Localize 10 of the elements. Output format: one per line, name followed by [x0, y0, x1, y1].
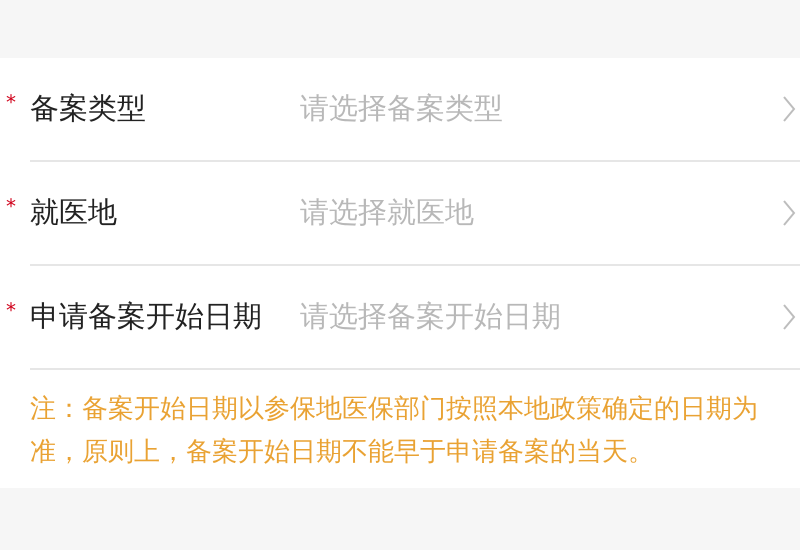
required-mark: *: [6, 196, 16, 216]
chevron-icon: [782, 199, 796, 227]
chevron-icon: [782, 95, 796, 123]
field-label: 申请备案开始日期: [30, 298, 263, 336]
required-mark: *: [6, 300, 16, 320]
required-mark: *: [6, 92, 16, 112]
note-text: 注：备案开始日期以参保地医保部门按照本地政策确定的日期为准，原则上，备案开始日期不能早于申请备案的当天。: [30, 393, 759, 469]
chevron-icon: [782, 303, 796, 331]
field-label: 备案类型: [30, 90, 147, 128]
field-label: 就医地: [30, 194, 118, 232]
